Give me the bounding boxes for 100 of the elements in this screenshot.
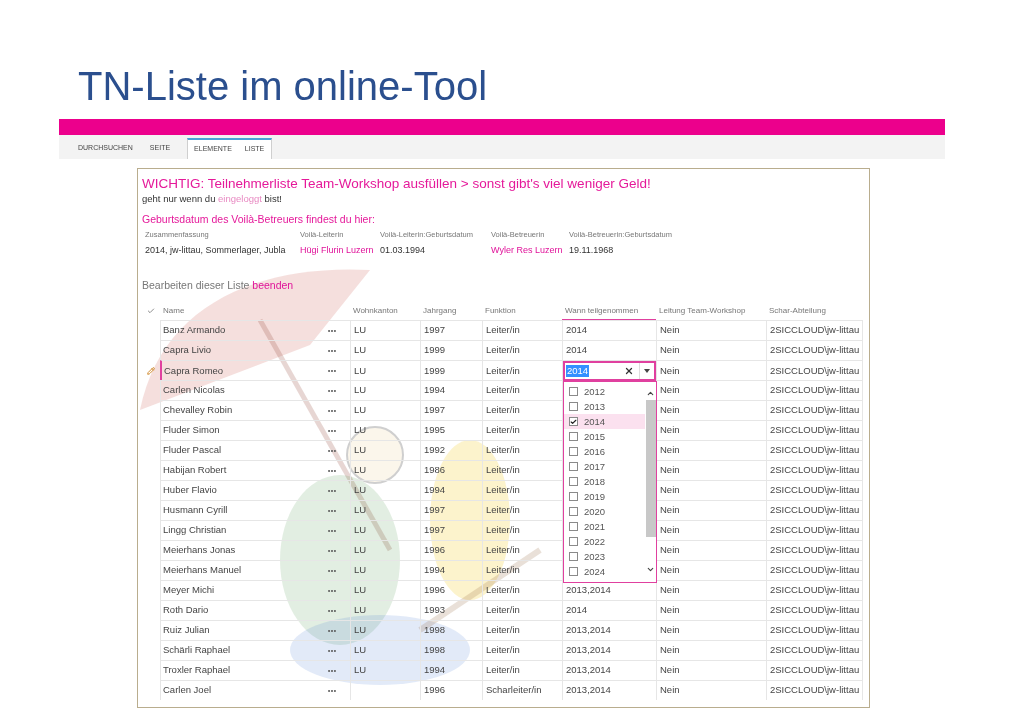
workshop-lead-cell: Nein xyxy=(660,503,680,518)
summary-link[interactable]: Hügi Flurin Luzern xyxy=(300,244,374,258)
year-option[interactable]: 2022 xyxy=(564,534,645,549)
summary-link[interactable]: Wyler Res Luzern xyxy=(491,244,563,258)
canton-cell: LU xyxy=(354,603,367,618)
checkbox[interactable] xyxy=(569,387,578,396)
participation-cell: 2013,2014 xyxy=(566,643,611,658)
year-cell: 1995 xyxy=(424,423,446,438)
year-cell: 1997 xyxy=(424,503,446,518)
year-option[interactable]: 2015 xyxy=(564,429,645,444)
checkbox[interactable] xyxy=(569,552,578,561)
name-cell: Carlen Nicolas xyxy=(163,383,225,398)
checkbox[interactable] xyxy=(569,447,578,456)
checkbox[interactable] xyxy=(569,462,578,471)
year-cell: 1997 xyxy=(424,523,446,538)
year-option[interactable]: 2013 xyxy=(564,399,645,414)
year-option[interactable]: 2016 xyxy=(564,444,645,459)
checkbox[interactable] xyxy=(569,492,578,501)
workshop-lead-cell: Nein xyxy=(660,323,680,338)
workshop-lead-cell: Nein xyxy=(660,623,680,638)
column-header[interactable]: Jahrgang xyxy=(420,302,482,320)
participation-cell: 2013,2014 xyxy=(566,683,611,698)
canton-cell: LU xyxy=(354,483,367,498)
checkbox[interactable] xyxy=(569,537,578,546)
year-option[interactable]: 2019 xyxy=(564,489,645,504)
name-cell: Lingg Christian xyxy=(163,523,227,538)
check-icon[interactable] xyxy=(147,307,155,315)
year-option[interactable]: 2014 xyxy=(564,414,645,429)
role-cell: Leiter/in xyxy=(486,463,520,478)
year-option[interactable]: 2018 xyxy=(564,474,645,489)
scroll-down-icon[interactable] xyxy=(646,565,655,574)
column-header[interactable]: Wann teilgenommen xyxy=(562,302,656,320)
participation-cell: 2013,2014 xyxy=(566,623,611,638)
year-option[interactable]: 2023 xyxy=(564,549,645,564)
group-cell: 2SICCLOUD\jw-littau xyxy=(770,383,860,398)
canton-cell: LU xyxy=(354,503,367,518)
canton-cell: LU xyxy=(354,563,367,578)
year-cell: 1992 xyxy=(424,443,446,458)
year-cell: 1997 xyxy=(424,403,446,418)
login-note: geht nur wenn du eingeloggt bist! xyxy=(142,193,283,205)
role-cell: Leiter/in xyxy=(486,403,520,418)
canton-cell: LU xyxy=(354,403,367,418)
role-cell: Leiter/in xyxy=(486,603,520,618)
clear-icon[interactable] xyxy=(624,366,634,376)
year-option[interactable]: 2012 xyxy=(564,384,645,399)
checkbox[interactable] xyxy=(569,507,578,516)
year-cell: 1996 xyxy=(424,543,446,558)
column-header[interactable]: Schar-Abteilung xyxy=(766,302,863,320)
checkbox[interactable] xyxy=(569,567,578,576)
name-cell: Roth Dario xyxy=(163,603,209,618)
participation-cell: 2014 xyxy=(566,603,588,618)
column-header[interactable]: Name xyxy=(160,302,350,320)
year-cell: 1994 xyxy=(424,383,446,398)
year-cell: 1994 xyxy=(424,563,446,578)
column-header[interactable]: Funktion xyxy=(482,302,562,320)
role-cell: Leiter/in xyxy=(486,523,520,538)
group-cell: 2SICCLOUD\jw-littau xyxy=(770,543,860,558)
year-option[interactable]: 2021 xyxy=(564,519,645,534)
year-cell: 1999 xyxy=(424,343,446,358)
canton-cell: LU xyxy=(354,323,367,338)
checkbox[interactable] xyxy=(569,477,578,486)
scroll-up-icon[interactable] xyxy=(646,389,655,398)
role-cell: Leiter/in xyxy=(486,563,520,578)
participation-cell: 2013,2014 xyxy=(566,583,611,598)
year-cell: 1997 xyxy=(424,323,446,338)
checkbox[interactable] xyxy=(569,417,578,426)
column-header[interactable]: Wohnkanton xyxy=(350,302,420,320)
year-option[interactable]: 2017 xyxy=(564,459,645,474)
year-cell: 1994 xyxy=(424,483,446,498)
workshop-lead-cell: Nein xyxy=(660,423,680,438)
workshop-lead-cell: Nein xyxy=(660,683,680,698)
canton-cell: LU xyxy=(354,423,367,438)
scrollbar-thumb[interactable] xyxy=(645,400,656,537)
canton-cell: LU xyxy=(354,623,367,638)
name-cell: Banz Armando xyxy=(163,323,226,338)
year-cell: 1998 xyxy=(424,623,446,638)
year-cell: 1996 xyxy=(424,583,446,598)
role-cell: Leiter/in xyxy=(486,483,520,498)
workshop-lead-cell: Nein xyxy=(660,443,680,458)
column-header[interactable]: Leitung Team-Workshop xyxy=(656,302,766,320)
role-cell: Leiter/in xyxy=(486,623,520,638)
role-cell: Leiter/in xyxy=(486,343,520,358)
checkbox[interactable] xyxy=(569,522,578,531)
year-cell: 1993 xyxy=(424,603,446,618)
name-cell: Meierhans Jonas xyxy=(163,543,236,558)
workshop-lead-cell-text: Nein xyxy=(660,363,680,378)
checkbox[interactable] xyxy=(569,402,578,411)
group-cell-text: 2SICCLOUD\jw-littau xyxy=(770,363,860,378)
checkbox[interactable] xyxy=(569,432,578,441)
canton-cell: LU xyxy=(354,583,367,598)
canton-cell: LU xyxy=(354,643,367,658)
caret-down-icon[interactable] xyxy=(644,369,650,373)
group-cell: 2SICCLOUD\jw-littau xyxy=(770,443,860,458)
year-option[interactable]: 2020 xyxy=(564,504,645,519)
group-cell: 2SICCLOUD\jw-littau xyxy=(770,683,860,698)
year-option[interactable]: 2024 xyxy=(564,564,645,579)
group-cell: 2SICCLOUD\jw-littau xyxy=(770,583,860,598)
finish-editing-link[interactable]: beenden xyxy=(252,279,294,291)
workshop-lead-cell: Nein xyxy=(660,383,680,398)
role-cell: Leiter/in xyxy=(486,383,520,398)
